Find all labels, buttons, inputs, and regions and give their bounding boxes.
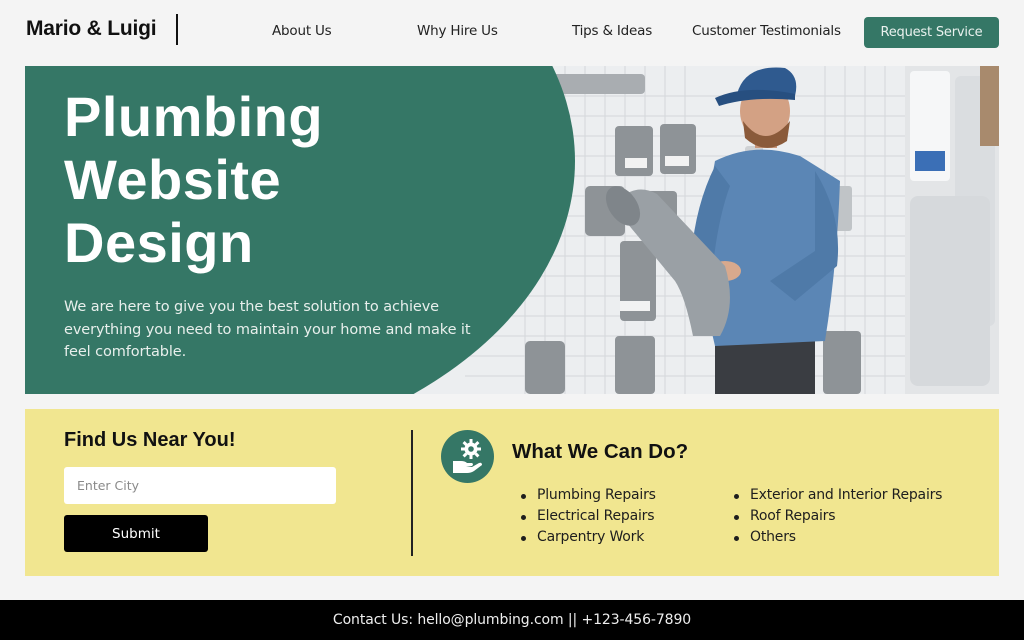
- city-input[interactable]: [64, 467, 336, 504]
- nav-customer-testimonials[interactable]: Customer Testimonials: [692, 23, 841, 39]
- section-divider: [411, 430, 413, 556]
- logo-divider: [176, 14, 178, 45]
- hero-section: Plumbing Website Design We are here to g…: [25, 66, 999, 394]
- hand-gear-icon: [441, 430, 494, 483]
- service-item: Roof Repairs: [734, 506, 942, 527]
- nav-tips-ideas[interactable]: Tips & Ideas: [572, 23, 652, 39]
- logo[interactable]: Mario & Luigi: [26, 17, 157, 41]
- services-list-col2: Exterior and Interior Repairs Roof Repai…: [734, 485, 942, 548]
- request-service-button[interactable]: Request Service: [864, 17, 999, 48]
- nav-about-us[interactable]: About Us: [272, 23, 332, 39]
- services-list-col1: Plumbing Repairs Electrical Repairs Carp…: [521, 485, 656, 548]
- hero-description: We are here to give you the best solutio…: [64, 299, 471, 360]
- hero-title-line: Plumbing: [64, 85, 324, 148]
- site-header: Mario & Luigi About Us Why Hire Us Tips …: [0, 0, 1024, 66]
- info-band: Find Us Near You! Submit What We Can Do?…: [25, 409, 999, 576]
- service-item: Carpentry Work: [521, 527, 656, 548]
- service-item: Others: [734, 527, 942, 548]
- footer-contact: Contact Us: hello@plumbing.com || +123-4…: [332, 612, 692, 628]
- services-title: What We Can Do?: [512, 440, 689, 463]
- hero-title-line: Website: [64, 148, 282, 211]
- hero-title-line: Design: [64, 211, 254, 274]
- submit-button[interactable]: Submit: [64, 515, 208, 552]
- site-footer: Contact Us: hello@plumbing.com || +123-4…: [0, 600, 1024, 640]
- service-item: Plumbing Repairs: [521, 485, 656, 506]
- service-item: Exterior and Interior Repairs: [734, 485, 942, 506]
- service-item: Electrical Repairs: [521, 506, 656, 527]
- find-us-title: Find Us Near You!: [64, 429, 236, 451]
- nav-why-hire-us[interactable]: Why Hire Us: [417, 23, 498, 39]
- hero-title: Plumbing Website Design: [64, 85, 323, 274]
